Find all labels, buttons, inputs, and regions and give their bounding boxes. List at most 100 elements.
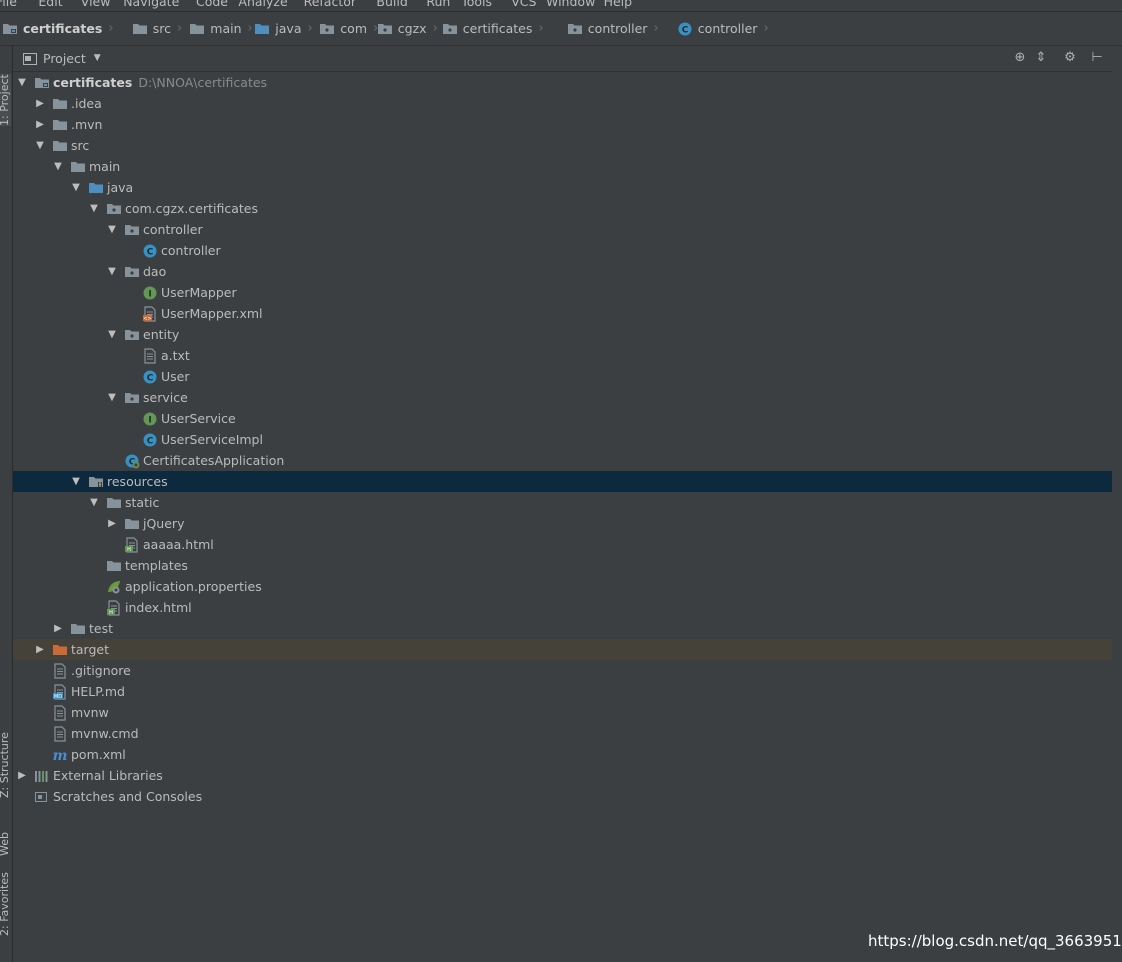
breadcrumb-item[interactable]: certificates › [2, 12, 114, 45]
breadcrumb-item[interactable]: Ccontroller › [677, 12, 769, 45]
expanded-arrow-icon[interactable]: ▼ [88, 198, 100, 219]
menu-file[interactable]: File [0, 0, 17, 10]
tree-item[interactable]: application.properties [13, 576, 1112, 597]
tree-item[interactable]: ▶ .idea [13, 93, 1112, 114]
menu-refactor[interactable]: Refactor [304, 0, 356, 10]
menu-build[interactable]: Build [376, 0, 407, 10]
expanded-arrow-icon[interactable]: ▼ [106, 219, 118, 240]
tree-item[interactable]: C User [13, 366, 1112, 387]
tree-item[interactable]: Scratches and Consoles [13, 786, 1112, 807]
tree-item[interactable]: mvnw.cmd [13, 723, 1112, 744]
tree-item[interactable]: ▶ test [13, 618, 1112, 639]
menu-navigate[interactable]: Navigate [123, 0, 179, 10]
tree-item[interactable]: ▶ .mvn [13, 114, 1112, 135]
folder-icon [70, 621, 86, 637]
tree-item[interactable]: Haaaaa.html [13, 534, 1112, 555]
collapsed-arrow-icon[interactable]: ▶ [16, 765, 28, 786]
tree-item-name: .idea [71, 96, 102, 111]
tree-item[interactable]: ▶ target [13, 639, 1112, 660]
collapsed-arrow-icon[interactable]: ▶ [34, 93, 46, 114]
tree-item[interactable]: ▼ src [13, 135, 1112, 156]
expanded-arrow-icon[interactable]: ▼ [70, 177, 82, 198]
menu-view[interactable]: View [81, 0, 111, 10]
tree-item[interactable]: ▼ entity [13, 324, 1112, 345]
tree-item[interactable]: ▼ static [13, 492, 1112, 513]
expanded-arrow-icon[interactable]: ▼ [88, 492, 100, 513]
tree-item[interactable]: MD HELP.md [13, 681, 1112, 702]
breadcrumb-item[interactable]: cgzx › [377, 12, 438, 45]
tree-item[interactable]: .gitignore [13, 660, 1112, 681]
tree-item[interactable]: ▶ jQuery [13, 513, 1112, 534]
expanded-arrow-icon[interactable]: ▼ [34, 135, 46, 156]
tree-item[interactable]: <> UserMapper.xml [13, 303, 1112, 324]
tree-item[interactable]: I UserMapper [13, 282, 1112, 303]
tree-item-name: static [125, 495, 160, 510]
collapsed-arrow-icon[interactable]: ▶ [106, 513, 118, 534]
tree-item-label: UserMapper [161, 282, 237, 303]
breadcrumb-label: cgzx [397, 21, 427, 36]
breadcrumb-item[interactable]: main › [189, 12, 253, 45]
tree-item-name: CertificatesApplication [143, 453, 285, 468]
tree-item[interactable]: templates [13, 555, 1112, 576]
tree-item-label: templates [125, 555, 188, 576]
tree-item[interactable]: ▼ main [13, 156, 1112, 177]
breadcrumb-item[interactable]: com › [319, 12, 378, 45]
tree-item[interactable]: Ccontroller [13, 240, 1112, 261]
resources-folder-icon [88, 474, 104, 490]
tree-item[interactable]: ▼ certificates D:\NNOA\certificates [13, 72, 1112, 93]
structure-tool-tab[interactable]: Z: Structure [0, 732, 11, 798]
menu-analyze[interactable]: Analyze [238, 0, 287, 10]
menu-code[interactable]: Code [196, 0, 228, 10]
breadcrumb-item[interactable]: certificates › [442, 12, 544, 45]
tree-item[interactable]: ▶ External Libraries [13, 765, 1112, 786]
favorites-tool-tab[interactable]: 2: Favorites [0, 872, 11, 936]
expanded-arrow-icon[interactable]: ▼ [106, 387, 118, 408]
tree-item[interactable]: mvnw [13, 702, 1112, 723]
tree-item[interactable]: I UserService [13, 408, 1112, 429]
tree-item[interactable]: C CertificatesApplication [13, 450, 1112, 471]
breadcrumb-separator-icon: › [763, 21, 769, 36]
project-view-selector[interactable]: Project ▼ [23, 46, 101, 71]
expanded-arrow-icon[interactable]: ▼ [106, 261, 118, 282]
gear-icon[interactable]: ⚙ [1062, 50, 1078, 66]
expanded-arrow-icon[interactable]: ▼ [106, 324, 118, 345]
menu-run[interactable]: Run [426, 0, 450, 10]
tree-item-label: index.html [125, 597, 192, 618]
project-tool-tab[interactable]: 1: Project [0, 74, 11, 126]
tree-item[interactable]: m pom.xml [13, 744, 1112, 765]
tree-item[interactable]: a.txt [13, 345, 1112, 366]
tree-item[interactable]: C UserServiceImpl [13, 429, 1112, 450]
svg-text:C: C [147, 374, 154, 384]
expanded-arrow-icon[interactable]: ▼ [70, 471, 82, 492]
menu-help[interactable]: Help [604, 0, 633, 10]
source-folder-icon [88, 180, 104, 196]
collapsed-arrow-icon[interactable]: ▶ [34, 639, 46, 660]
menu-vcs[interactable]: VCS [511, 0, 536, 10]
tree-item[interactable]: ▼ resources [13, 471, 1112, 492]
menu-edit[interactable]: Edit [38, 0, 62, 10]
breadcrumb-item[interactable]: src › [132, 12, 182, 45]
collapsed-arrow-icon[interactable]: ▶ [52, 618, 64, 639]
interface-icon: I [142, 411, 158, 427]
excluded-folder-icon [52, 642, 68, 658]
package-icon [124, 222, 140, 238]
menu-window[interactable]: Window [546, 0, 595, 10]
menu-tools[interactable]: Tools [461, 0, 492, 10]
tree-item[interactable]: Hindex.html [13, 597, 1112, 618]
breadcrumb-item[interactable]: java › [254, 12, 313, 45]
tree-item[interactable]: ▼ service [13, 387, 1112, 408]
web-tool-tab[interactable]: Web [0, 832, 11, 856]
tree-item[interactable]: ▼ controller [13, 219, 1112, 240]
breadcrumb-item[interactable]: controller › [567, 12, 659, 45]
collapse-all-icon[interactable]: ⇕ [1033, 50, 1049, 66]
collapsed-arrow-icon[interactable]: ▶ [34, 114, 46, 135]
tree-item[interactable]: ▼ com.cgzx.certificates [13, 198, 1112, 219]
expanded-arrow-icon[interactable]: ▼ [16, 72, 28, 93]
tree-item[interactable]: ▼ dao [13, 261, 1112, 282]
tree-item[interactable]: ▼ java [13, 177, 1112, 198]
locate-file-icon[interactable]: ⊕ [1012, 50, 1028, 66]
expanded-arrow-icon[interactable]: ▼ [52, 156, 64, 177]
html-file-icon: H [106, 600, 122, 616]
hide-panel-icon[interactable]: ⊢ [1089, 50, 1105, 66]
module-folder-icon [34, 75, 50, 91]
